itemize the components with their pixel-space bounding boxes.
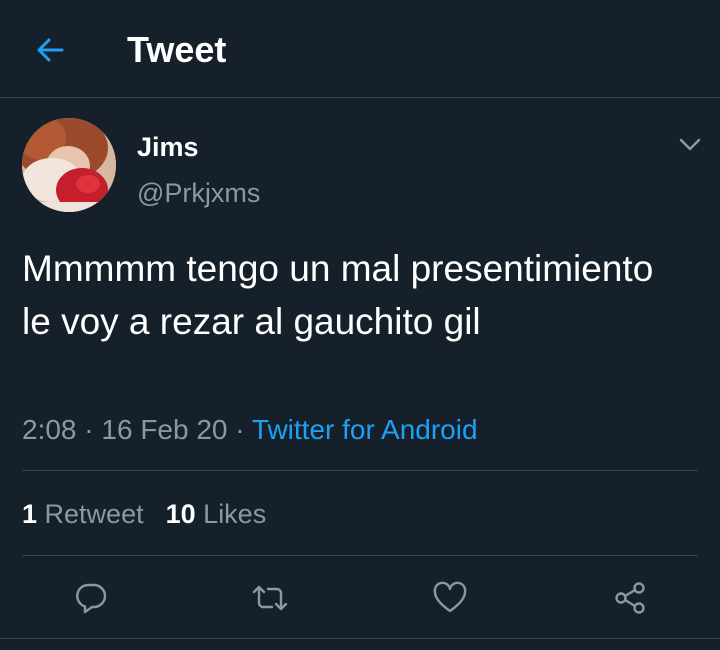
like-button[interactable] (430, 578, 470, 618)
author-name[interactable]: Jims (137, 131, 199, 163)
top-bar: Tweet (0, 0, 720, 98)
retweet-count: 1 (22, 499, 38, 529)
avatar[interactable] (22, 118, 116, 212)
tweet-source-link[interactable]: Twitter for Android (252, 414, 478, 445)
divider (22, 555, 698, 556)
retweet-arrows-icon (252, 585, 288, 611)
heart-icon (433, 581, 467, 613)
page-title: Tweet (127, 29, 227, 70)
like-label: Likes (203, 499, 267, 529)
meta-separator: · (76, 414, 102, 445)
like-count: 10 (165, 499, 196, 529)
tweet-detail-screen: Tweet Jims @Prkjxms Mmmmm tengo un mal p… (0, 0, 720, 650)
divider (0, 638, 720, 639)
like-count-link[interactable]: 10 Likes (166, 499, 267, 529)
speech-bubble-icon (76, 583, 107, 614)
meta-separator: · (227, 414, 252, 445)
divider (22, 470, 698, 471)
share-button[interactable] (610, 578, 650, 618)
author-handle[interactable]: @Prkjxms (137, 177, 260, 209)
avatar-image (22, 118, 116, 212)
tweet-options-button[interactable] (676, 133, 704, 157)
action-bar (0, 570, 720, 624)
arrow-left-icon (37, 38, 64, 62)
share-nodes-icon (615, 582, 645, 614)
back-button[interactable] (30, 30, 70, 70)
retweet-button[interactable] (250, 578, 290, 618)
tweet-stats: 1 Retweet 10 Likes (22, 497, 266, 531)
retweet-label: Retweet (44, 499, 144, 529)
tweet-text: Mmmmm tengo un mal presentimiento le voy… (22, 248, 654, 342)
tweet-metadata: 2:08 · 16 Feb 20 · Twitter for Android (22, 412, 478, 448)
reply-button[interactable] (71, 578, 111, 618)
retweet-count-link[interactable]: 1 Retweet (22, 499, 144, 529)
tweet-date: 16 Feb 20 (101, 414, 228, 445)
tweet-time: 2:08 (22, 414, 77, 445)
chevron-down-icon (679, 138, 701, 151)
